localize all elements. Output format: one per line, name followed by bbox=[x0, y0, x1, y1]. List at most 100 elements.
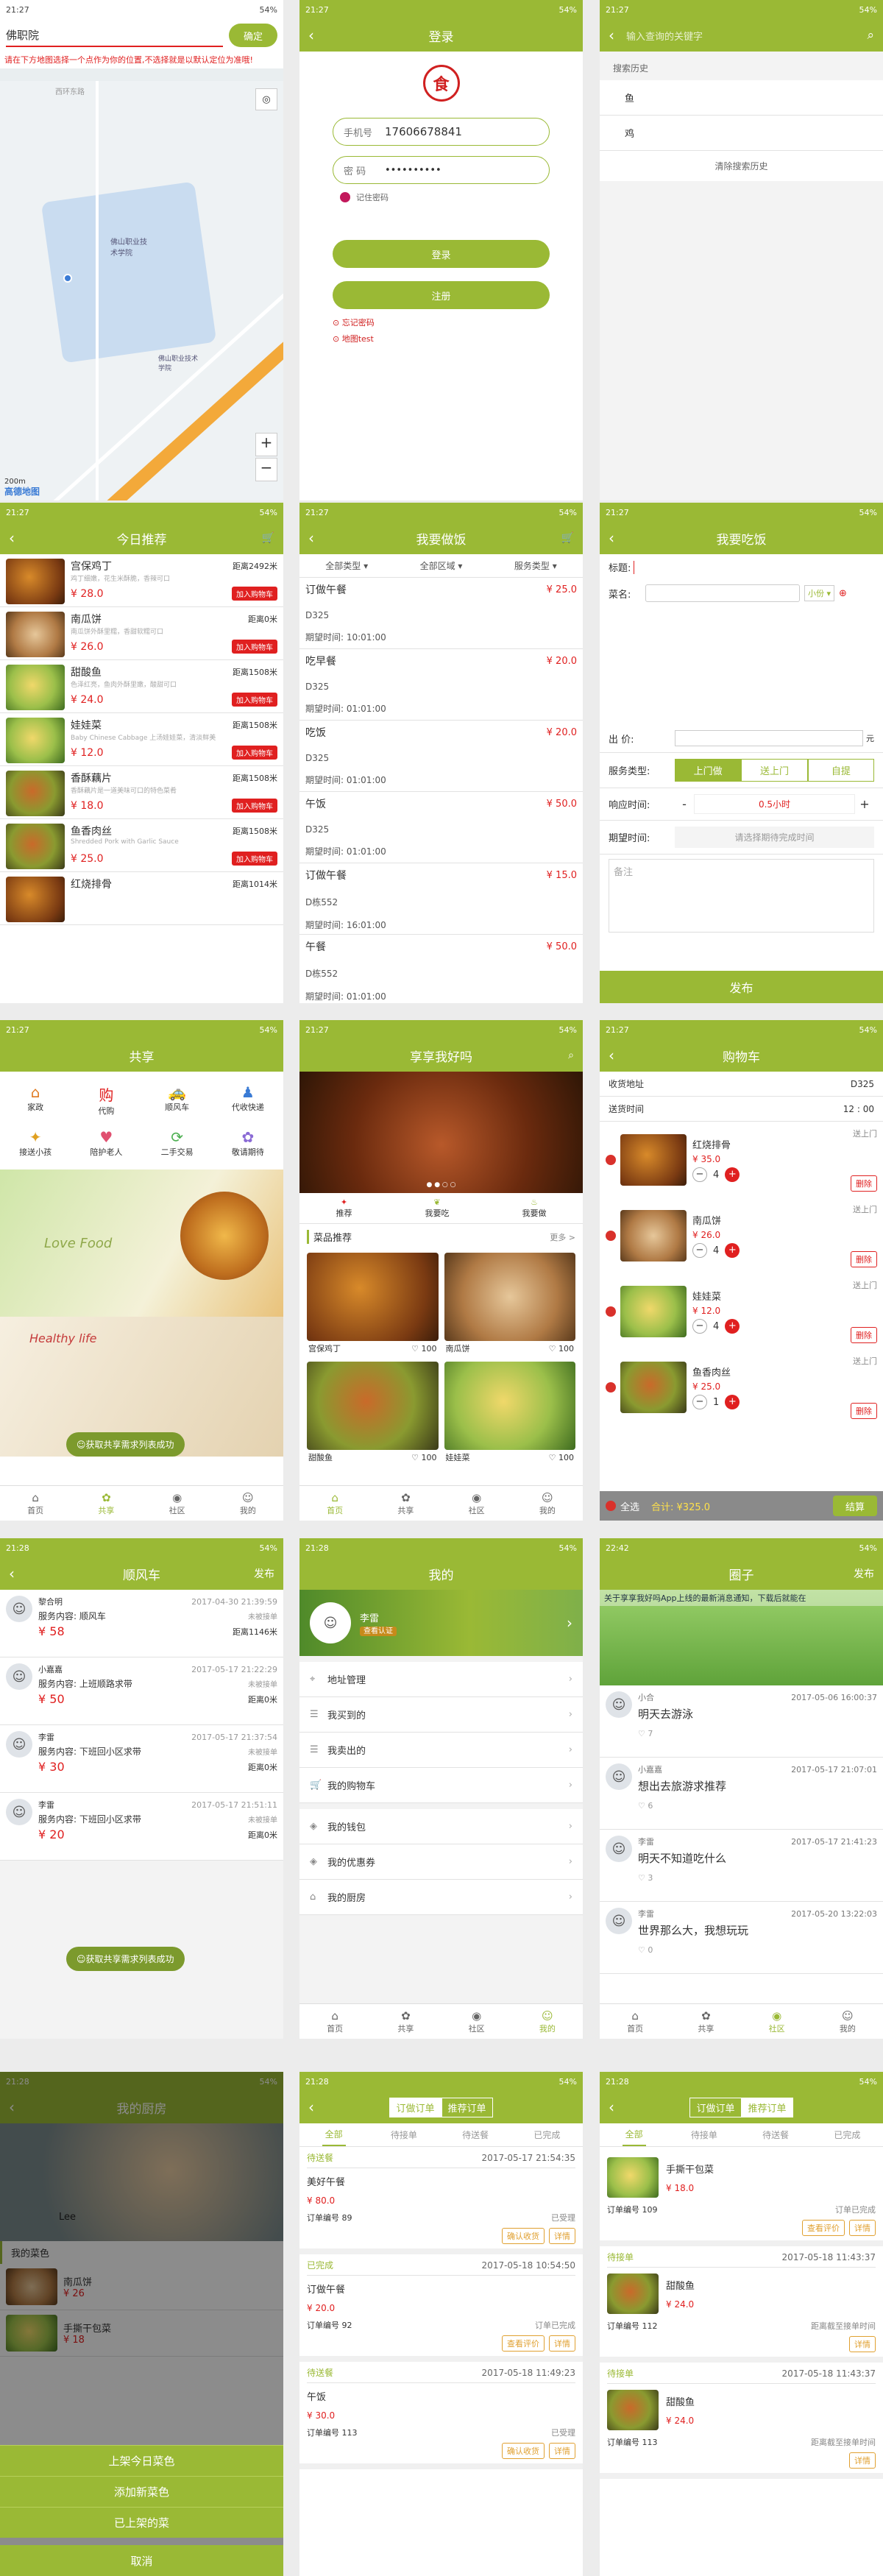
publish-button[interactable]: 发布 bbox=[600, 971, 883, 1003]
filter-area[interactable]: 全部区域 ▾ bbox=[420, 559, 463, 572]
service-option-pickup[interactable]: 自提 bbox=[807, 759, 874, 782]
like-count[interactable]: ♡ 100 bbox=[549, 1344, 574, 1354]
dish-input[interactable] bbox=[645, 584, 800, 602]
list-item[interactable]: 娃娃菜 距离1508米 Baby Chinese Cabbage 上汤娃娃菜，清淡鲜… bbox=[0, 713, 283, 766]
add-to-cart-button[interactable]: 加入购物车 bbox=[232, 587, 277, 601]
back-icon[interactable]: ‹ bbox=[9, 529, 15, 547]
price-input[interactable] bbox=[675, 730, 863, 746]
back-icon[interactable]: ‹ bbox=[609, 1047, 614, 1064]
tab-custom-orders[interactable]: 订做订单 bbox=[689, 2097, 742, 2117]
list-item[interactable]: 鱼香肉丝 距离1508米 Shredded Pork with Garlic Sau… bbox=[0, 819, 283, 872]
subtab-delivering[interactable]: 待送餐 bbox=[462, 2129, 489, 2141]
forgot-link[interactable]: ⊙ 忘记密码 bbox=[333, 316, 550, 328]
like-button[interactable]: ♡ 0 bbox=[638, 1945, 877, 1955]
subtab-pending[interactable]: 待接单 bbox=[691, 2129, 717, 2141]
detail-button[interactable]: 详情 bbox=[849, 2220, 876, 2236]
post-item[interactable]: ☺ 小合 2017-05-06 16:00:37 明天去游泳 ♡ 7 bbox=[600, 1685, 883, 1758]
tab-home[interactable]: ⌂ 首页 bbox=[600, 2004, 670, 2039]
verify-tag[interactable]: 查看认证 bbox=[360, 1626, 397, 1636]
tab-recommend-orders[interactable]: 推荐订单 bbox=[741, 2097, 793, 2117]
cat-recommend[interactable]: ✦ 推荐 bbox=[336, 1197, 352, 1219]
history-item[interactable]: 鱼 bbox=[600, 80, 883, 116]
delete-button[interactable]: 删除 bbox=[851, 1251, 877, 1267]
place-input[interactable]: 佛职院 bbox=[6, 24, 223, 47]
add-to-cart-button[interactable]: 加入购物车 bbox=[232, 640, 277, 654]
tab-home[interactable]: ⌂ 首页 bbox=[299, 1486, 370, 1521]
list-item[interactable]: 宫保鸡丁 距离2492米 鸡丁细嫩，花生米酥脆，香辣可口 ¥ 28.0 加入购物车 bbox=[0, 554, 283, 607]
tab-home[interactable]: ⌂ 首页 bbox=[299, 2004, 370, 2039]
share-item[interactable]: ♟ 代收快递 bbox=[213, 1078, 283, 1122]
share-item[interactable]: ✦ 接送小孩 bbox=[0, 1122, 71, 1164]
like-count[interactable]: ♡ 100 bbox=[411, 1453, 436, 1462]
list-item[interactable]: ☺ 小嘉嘉 2017-05-17 21:22:29 服务内容: 上班顺路求带 未被接单 ¥… bbox=[0, 1657, 283, 1725]
add-to-cart-button[interactable]: 加入购物车 bbox=[232, 746, 277, 760]
tab-community[interactable]: ◉ 社区 bbox=[742, 2004, 812, 2039]
filter-service[interactable]: 服务类型 ▾ bbox=[514, 559, 557, 572]
menu-item[interactable]: 🛒 我的购物车 › bbox=[299, 1768, 583, 1803]
list-item[interactable]: 订做午餐 ¥ 15.0 D栋552 期望时间: 16:01:00 bbox=[299, 863, 583, 935]
zoom-in-button[interactable]: + bbox=[255, 433, 277, 456]
title-input[interactable] bbox=[634, 560, 874, 574]
list-item[interactable]: 吃早餐 ¥ 20.0 D325 期望时间: 01:01:00 bbox=[299, 649, 583, 721]
back-icon[interactable]: ‹ bbox=[308, 2098, 314, 2116]
service-option-door[interactable]: 上门做 bbox=[675, 759, 742, 782]
cart-icon[interactable]: 🛒 bbox=[561, 532, 574, 544]
dish-card[interactable]: 南瓜饼 ♡ 100 bbox=[442, 1250, 579, 1359]
tab-me[interactable]: ☺ 我的 bbox=[512, 2004, 583, 2039]
share-item[interactable]: 购代购 bbox=[71, 1078, 141, 1122]
confirm-button[interactable]: 确定 bbox=[229, 24, 277, 47]
add-to-cart-button[interactable]: 加入购物车 bbox=[232, 852, 277, 866]
item-checkbox[interactable] bbox=[606, 1154, 616, 1165]
list-item[interactable]: ☺ 李雷 2017-05-17 21:37:54 服务内容: 下班回小区求带 未被接单 ¥… bbox=[0, 1725, 283, 1793]
like-count[interactable]: ♡ 100 bbox=[549, 1453, 574, 1462]
order-action-button[interactable]: 查看评价 bbox=[502, 2335, 545, 2352]
tab-community[interactable]: ◉ 社区 bbox=[142, 1486, 213, 1521]
add-dish-icon[interactable]: ⊕ bbox=[839, 588, 847, 599]
dish-card[interactable]: 甜酸鱼 ♡ 100 bbox=[304, 1359, 442, 1468]
back-icon[interactable]: ‹ bbox=[308, 26, 314, 44]
more-link[interactable]: 更多 > bbox=[550, 1231, 575, 1243]
zoom-out-button[interactable]: − bbox=[255, 458, 277, 481]
plus-button[interactable]: + bbox=[725, 1243, 740, 1258]
add-to-cart-button[interactable]: 加入购物车 bbox=[232, 693, 277, 707]
post-item[interactable]: ☺ 李雷 2017-05-17 21:41:23 明天不知道吃什么 ♡ 3 bbox=[600, 1830, 883, 1902]
share-item[interactable]: ♥ 陪护老人 bbox=[71, 1122, 141, 1164]
register-button[interactable]: 注册 bbox=[333, 281, 550, 309]
share-item[interactable]: ✿ 敬请期待 bbox=[213, 1122, 283, 1164]
tab-community[interactable]: ◉ 社区 bbox=[442, 2004, 512, 2039]
back-icon[interactable]: ‹ bbox=[609, 2098, 614, 2116]
portion-select[interactable]: 小份 ▾ bbox=[804, 585, 835, 601]
tab-me[interactable]: ☺ 我的 bbox=[213, 1486, 283, 1521]
plus-button[interactable]: + bbox=[725, 1395, 740, 1409]
locate-icon[interactable]: ◎ bbox=[255, 88, 277, 110]
like-button[interactable]: ♡ 6 bbox=[638, 1801, 877, 1811]
maptest-link[interactable]: ⊙ 地图test bbox=[333, 333, 550, 344]
login-button[interactable]: 登录 bbox=[333, 240, 550, 268]
order-card[interactable]: 待接单 2017-05-18 11:43:37 甜酸鱼 ¥ 24.0 订单编号 112 距… bbox=[600, 2246, 883, 2363]
back-icon[interactable]: ‹ bbox=[308, 529, 314, 547]
like-button[interactable]: ♡ 7 bbox=[638, 1729, 877, 1738]
share-item[interactable]: 🚕 顺风车 bbox=[142, 1078, 213, 1122]
remember-row[interactable]: 记住密码 bbox=[340, 191, 542, 203]
cat-eat[interactable]: ❦ 我要吃 bbox=[425, 1197, 450, 1219]
subtab-done[interactable]: 已完成 bbox=[834, 2129, 860, 2141]
checkout-button[interactable]: 结算 bbox=[833, 1496, 877, 1516]
checkbox-icon[interactable] bbox=[340, 192, 350, 202]
publish-button[interactable]: 发布 bbox=[254, 1566, 274, 1581]
phone-field[interactable]: 手机号 17606678841 bbox=[333, 118, 550, 146]
order-action-button[interactable]: 确认收货 bbox=[502, 2443, 545, 2459]
filter-type[interactable]: 全部类型 ▾ bbox=[325, 559, 368, 572]
detail-button[interactable]: 详情 bbox=[849, 2336, 876, 2352]
detail-button[interactable]: 详情 bbox=[849, 2452, 876, 2469]
menu-item[interactable]: ⌂ 我的厨房 › bbox=[299, 1880, 583, 1915]
item-checkbox[interactable] bbox=[606, 1381, 616, 1393]
search-input[interactable]: 输入查询的关键字 bbox=[626, 29, 867, 43]
post-item[interactable]: ☺ 李雷 2017-05-20 13:22:03 世界那么大，我想玩玩 ♡ 0 bbox=[600, 1902, 883, 1974]
banner-love-food[interactable]: Love Food bbox=[0, 1170, 283, 1317]
list-item[interactable]: 甜酸鱼 距离1508米 色泽红亮，鱼肉外酥里嫩，酸甜可口 ¥ 24.0 加入购物车 bbox=[0, 660, 283, 713]
publish-button[interactable]: 发布 bbox=[854, 1566, 874, 1581]
subtab-all[interactable]: 全部 bbox=[322, 2123, 346, 2146]
cart-icon[interactable]: 🛒 bbox=[262, 532, 274, 544]
item-checkbox[interactable] bbox=[606, 1306, 616, 1317]
order-card[interactable]: 已完成 2017-05-18 10:54:50 订做午餐 ¥ 20.0 订单编号 92 订… bbox=[299, 2254, 583, 2362]
